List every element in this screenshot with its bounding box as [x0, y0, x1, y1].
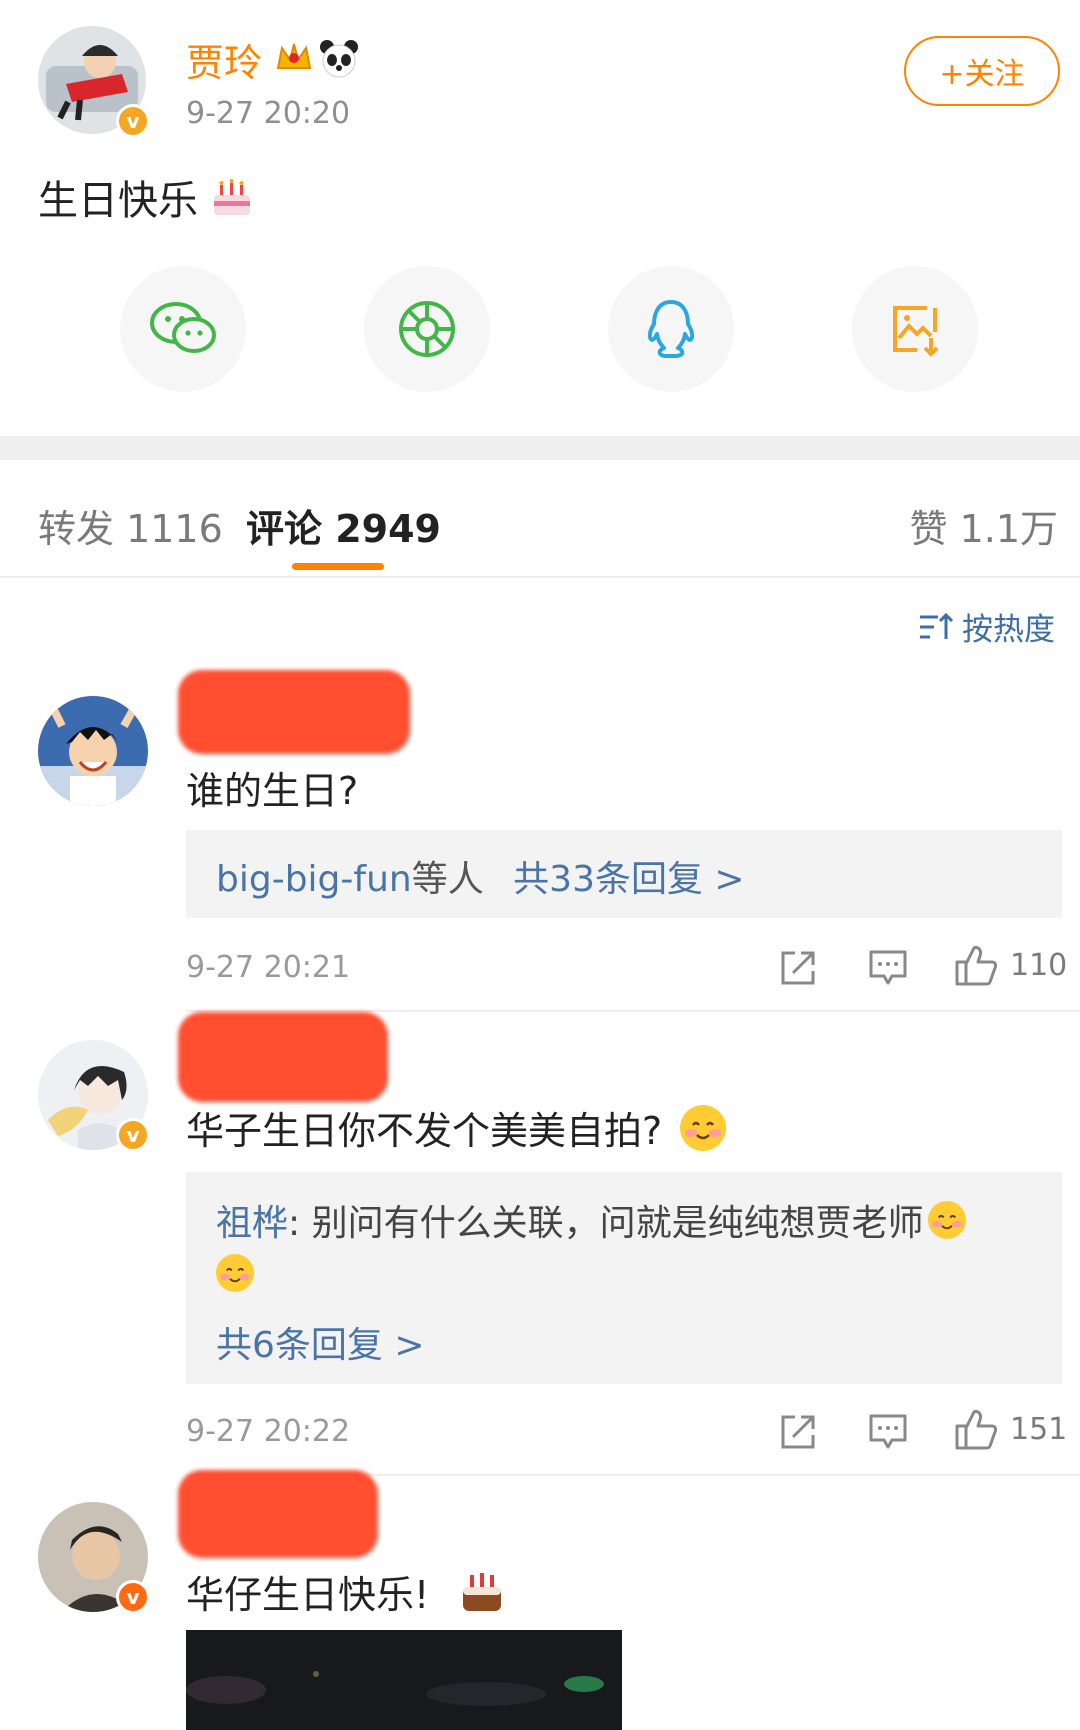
view-replies-link[interactable]: 共6条回复 > [216, 1316, 425, 1368]
comment-icon [869, 1414, 907, 1449]
share-comment-button[interactable] [776, 1410, 820, 1454]
redacted-username [178, 1012, 388, 1102]
reply-text: : 别问有什么关联，问就是纯纯想贾老师 [288, 1203, 924, 1244]
reply-comment-button[interactable] [866, 1410, 910, 1454]
comment-text: 谁的生日? [186, 769, 359, 813]
redacted-username [178, 670, 410, 754]
reply-preview[interactable]: 祖桦: 别问有什么关联，问就是纯纯想贾老师 共6条回复 > [186, 1172, 1062, 1384]
share-qq-button[interactable] [608, 266, 734, 392]
cake-icon [208, 173, 256, 221]
redacted-username [178, 1470, 378, 1558]
wechat-icon [150, 302, 216, 353]
author-name[interactable]: 贾玲 [186, 32, 262, 87]
share-icon [781, 951, 815, 985]
tab-comments[interactable]: 评论 2949 [246, 498, 441, 553]
cake-icon [459, 1569, 505, 1615]
like-count: 151 [1010, 1411, 1068, 1447]
post-time: 9-27 20:20 [186, 96, 351, 131]
comment-time: 9-27 20:21 [186, 950, 351, 985]
tab-likes[interactable]: 赞 1.1万 [909, 498, 1058, 553]
panda-icon [318, 38, 360, 80]
section-separator [0, 436, 1080, 460]
crown-icon [274, 38, 314, 78]
view-replies-link[interactable]: 共33条回复 > [513, 859, 744, 900]
moments-icon [399, 301, 455, 357]
blush-emoji-icon [680, 1104, 727, 1151]
verified-badge-icon: v [116, 1118, 150, 1152]
qq-icon [647, 300, 695, 358]
like-comment-button[interactable]: 151 [954, 1408, 1067, 1450]
save-image-icon [893, 306, 939, 357]
tab-repost[interactable]: 转发 1116 [38, 498, 223, 553]
like-count: 110 [1010, 947, 1068, 983]
reply-mid-text: 等人 [411, 859, 484, 900]
share-icon [781, 1415, 815, 1449]
blush-emoji-icon [216, 1254, 254, 1292]
tabs-divider [0, 576, 1080, 578]
sort-icon [920, 612, 954, 639]
thumbs-up-icon [955, 946, 998, 986]
sort-by-hot-button[interactable]: 按热度 [918, 604, 1055, 649]
active-tab-indicator [292, 563, 384, 570]
share-wechat-button[interactable] [120, 266, 246, 392]
post-text: 生日快乐 [38, 168, 256, 226]
comment-text: 华仔生日快乐! [186, 1564, 505, 1619]
reply-user-link[interactable]: 祖桦 [216, 1194, 288, 1246]
commenter-avatar[interactable] [38, 696, 148, 806]
share-comment-button[interactable] [776, 946, 820, 990]
sort-label: 按热度 [962, 612, 1055, 648]
comment-text-content: 华子生日你不发个美美自拍? [186, 1109, 663, 1153]
comment-image[interactable] [186, 1630, 622, 1730]
reply-comment-button[interactable] [866, 946, 910, 990]
blush-emoji-icon [927, 1201, 966, 1239]
save-image-button[interactable] [852, 266, 978, 392]
verified-badge-icon: v [116, 1580, 150, 1614]
comment-text: 华子生日你不发个美美自拍? [186, 1100, 727, 1155]
share-moments-button[interactable] [364, 266, 490, 392]
reply-user-link[interactable]: big-big-fun [216, 859, 412, 900]
thumbs-up-icon [955, 1410, 998, 1450]
comment-text-content: 华仔生日快乐! [186, 1573, 430, 1617]
post-text-content: 生日快乐 [38, 178, 198, 224]
comment-icon [869, 950, 907, 985]
comment-time: 9-27 20:22 [186, 1414, 351, 1449]
verified-badge-icon: v [116, 104, 150, 138]
reply-preview[interactable]: big-big-fun等人 共33条回复 > [186, 830, 1062, 918]
follow-button[interactable]: +关注 [904, 36, 1060, 106]
like-comment-button[interactable]: 110 [954, 944, 1067, 986]
